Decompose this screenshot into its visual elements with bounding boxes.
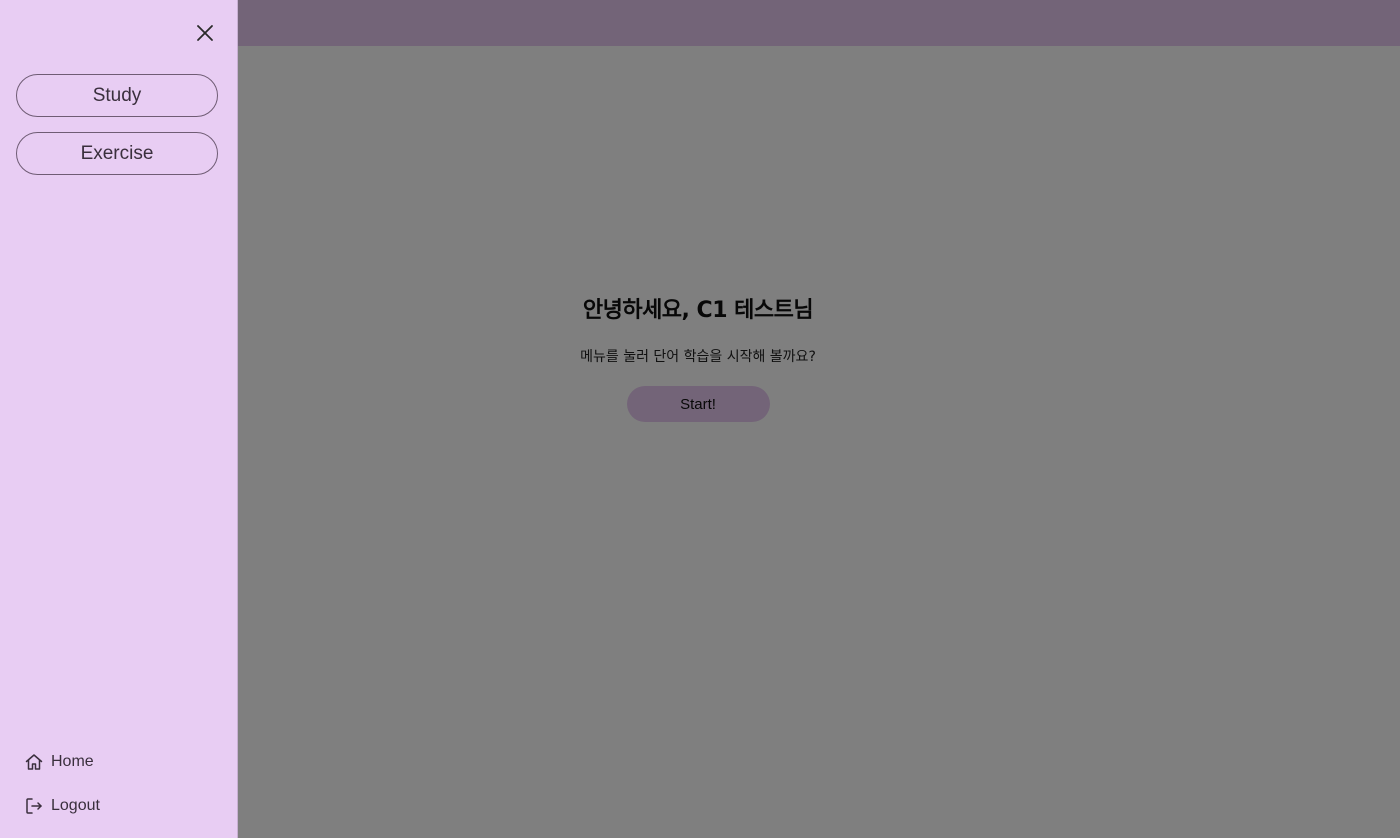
logout-link[interactable]: Logout [24, 794, 100, 818]
app-root: 안녕하세요, C1 테스트님 메뉴를 눌러 단어 학습을 시작해 볼까요? St… [0, 0, 1400, 838]
logout-icon [26, 798, 42, 814]
close-drawer-button[interactable] [190, 18, 220, 48]
home-icon [25, 754, 43, 770]
menu-study-button[interactable]: Study [16, 74, 218, 117]
home-link[interactable]: Home [24, 750, 94, 774]
home-link-label: Home [51, 753, 94, 770]
menu-exercise-button[interactable]: Exercise [16, 132, 218, 175]
close-icon [197, 25, 213, 41]
logout-link-label: Logout [51, 797, 100, 814]
side-drawer: Study Exercise Home Logout [0, 0, 238, 838]
